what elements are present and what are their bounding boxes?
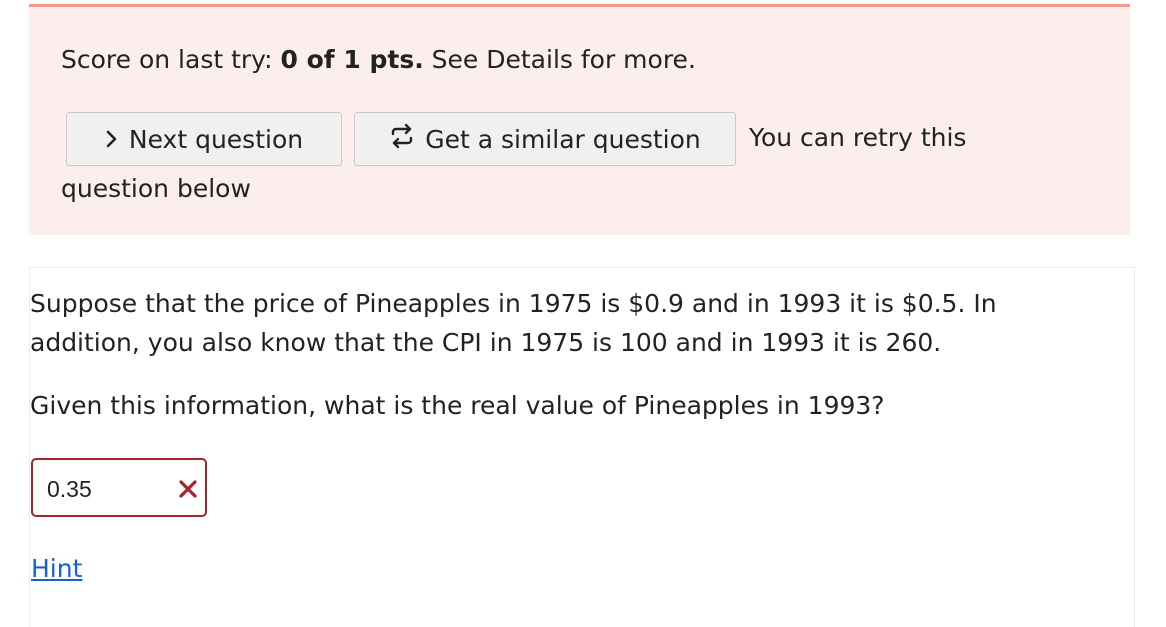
- question-panel: Suppose that the price of Pineapples in …: [29, 267, 1135, 627]
- score-panel: Score on last try: 0 of 1 pts. See Detai…: [29, 4, 1130, 235]
- retry-note-line1: You can retry this: [749, 123, 967, 152]
- score-summary: Score on last try: 0 of 1 pts. See Detai…: [61, 45, 696, 74]
- similar-question-label: Get a similar question: [425, 124, 701, 154]
- answer-value[interactable]: 0.35: [47, 476, 92, 503]
- close-icon: [177, 478, 199, 500]
- chevron-right-icon: [105, 125, 119, 154]
- hint-link[interactable]: Hint: [31, 554, 82, 583]
- score-value: 0 of 1 pts.: [280, 45, 424, 74]
- score-suffix: See Details for more.: [423, 45, 696, 74]
- retry-note-line2: question below: [61, 174, 251, 203]
- next-question-button[interactable]: Next question: [66, 112, 342, 166]
- score-prefix: Score on last try:: [61, 45, 281, 74]
- question-text: Suppose that the price of Pineapples in …: [30, 289, 997, 357]
- repeat-icon: [389, 123, 415, 155]
- answer-input[interactable]: 0.35: [31, 458, 207, 517]
- next-question-label: Next question: [128, 124, 304, 154]
- question-prompt: Given this information, what is the real…: [30, 391, 885, 420]
- similar-question-button[interactable]: Get a similar question: [354, 112, 736, 166]
